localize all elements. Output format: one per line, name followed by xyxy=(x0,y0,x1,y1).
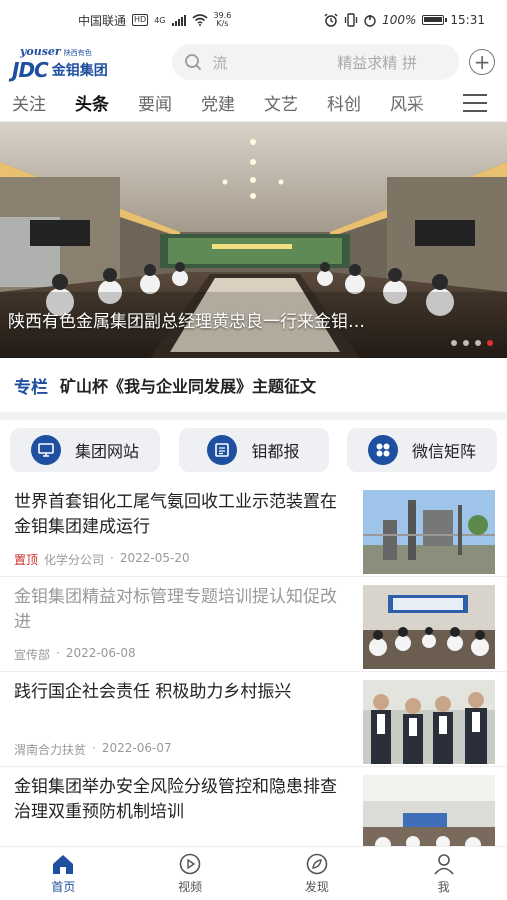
logo: youser 陕西有色 JDC 金钼集团 xyxy=(12,43,158,82)
carousel-dot xyxy=(451,340,457,346)
news-thumbnail xyxy=(363,585,495,669)
shortcuts: 集团网站 钼都报 微信矩阵 xyxy=(0,428,507,476)
monitor-icon xyxy=(30,435,61,465)
news-list: 世界首套钼化工尾气氨回收工业示范装置在金钼集团建成运行 置顶 化学分公司 · 2… xyxy=(0,482,507,862)
plus-icon: + xyxy=(473,50,491,74)
news-thumbnail xyxy=(363,490,495,574)
app-header: youser 陕西有色 JDC 金钼集团 流 精益求精 拼 + xyxy=(0,40,507,84)
shortcut-label: 集团网站 xyxy=(74,442,139,461)
shortcut-label: 微信矩阵 xyxy=(411,442,476,461)
tab-0[interactable]: 关注 xyxy=(12,90,46,115)
shortcut-newspaper[interactable]: 钼都报 xyxy=(178,428,329,472)
tab-1[interactable]: 头条 xyxy=(75,90,109,115)
news-title: 世界首套钼化工尾气氨回收工业示范装置在金钼集团建成运行 xyxy=(14,492,337,537)
battery-icon xyxy=(422,15,448,25)
tab-3[interactable]: 党建 xyxy=(201,90,235,115)
compass-icon xyxy=(306,853,328,874)
add-button[interactable]: + xyxy=(469,49,495,75)
shortcut-wechat-matrix[interactable]: 微信矩阵 xyxy=(347,428,497,472)
logo-cn: 金钼集团 xyxy=(51,63,108,79)
news-date: 2022-05-20 xyxy=(119,551,190,565)
column-badge: 专栏 xyxy=(14,377,48,398)
carrier-label: 中国联通 xyxy=(78,13,127,28)
search-icon xyxy=(185,54,202,71)
list-item[interactable]: 金钼集团精益对标管理专题培训提认知促改进 宣传部 · 2022-06-08 xyxy=(0,577,507,672)
search-input[interactable]: 流 精益求精 拼 xyxy=(172,44,460,80)
hero-banner[interactable]: 陕西有色金属集团副总经理黄忠良一行来金钼… xyxy=(0,122,507,358)
alarm-icon xyxy=(324,13,338,27)
news-meta: 渭南合力扶贫 · 2022-06-07 xyxy=(14,741,172,757)
menu-icon[interactable] xyxy=(463,94,487,112)
search-placeholder: 流 xyxy=(212,53,228,72)
battery-percent: 100% xyxy=(382,13,417,27)
hero-caption: 陕西有色金属集团副总经理黄忠良一行来金钼… xyxy=(8,312,365,332)
news-source: 渭南合力扶贫 xyxy=(14,743,87,757)
column-banner[interactable]: 专栏 矿山杯《我与企业同发展》主题征文 xyxy=(0,358,507,420)
tab-2[interactable]: 要闻 xyxy=(138,90,172,115)
signal-icon xyxy=(171,14,186,26)
list-item[interactable]: 世界首套钼化工尾气氨回收工业示范装置在金钼集团建成运行 置顶 化学分公司 · 2… xyxy=(0,482,507,577)
battery-saver-icon xyxy=(364,15,376,27)
status-bar: 中国联通 HD 4G 39.6 K/s 100% 15:31 xyxy=(0,0,507,40)
nav-me[interactable]: 我 xyxy=(380,847,507,900)
shortcut-group-site[interactable]: 集团网站 xyxy=(10,428,160,472)
home-icon xyxy=(53,854,74,874)
carousel-dot-active xyxy=(487,340,493,346)
vibrate-icon xyxy=(344,13,358,27)
news-date: 2022-06-07 xyxy=(101,741,172,755)
nav-label: 我 xyxy=(437,879,450,894)
clock: 15:31 xyxy=(450,13,485,27)
newspaper-icon xyxy=(207,435,238,465)
news-source: 化学分公司 xyxy=(44,553,105,567)
carousel-dot xyxy=(475,340,481,346)
tabs-scroller: 关注 头条 要闻 党建 文艺 科创 风采 xyxy=(12,90,452,115)
carousel-dot xyxy=(463,340,469,346)
net-speed: 39.6 K/s xyxy=(214,12,232,28)
wifi-icon xyxy=(191,14,208,26)
nav-label: 视频 xyxy=(178,879,203,894)
net-type-label: 4G xyxy=(154,15,166,25)
tab-5[interactable]: 科创 xyxy=(327,90,361,115)
play-icon xyxy=(179,853,201,874)
nav-label: 首页 xyxy=(51,879,76,894)
news-title: 践行国企社会责任 积极助力乡村振兴 xyxy=(14,682,292,702)
nav-home[interactable]: 首页 xyxy=(0,847,127,900)
hd-badge: HD xyxy=(132,14,149,26)
shortcut-label: 钼都报 xyxy=(251,442,300,461)
list-item[interactable]: 践行国企社会责任 积极助力乡村振兴 渭南合力扶贫 · 2022-06-07 xyxy=(0,672,507,767)
news-date: 2022-06-08 xyxy=(65,646,136,660)
column-title: 矿山杯《我与企业同发展》主题征文 xyxy=(60,377,317,396)
person-icon xyxy=(434,853,454,875)
pin-badge: 置顶 xyxy=(14,553,39,567)
news-source: 宣传部 xyxy=(14,648,51,662)
news-title: 金钼集团举办安全风险分级管控和隐患排查治理双重预防机制培训 xyxy=(14,777,337,822)
news-thumbnail xyxy=(363,680,495,764)
net-speed-unit: K/s xyxy=(216,19,229,28)
channel-tabs: 关注 头条 要闻 党建 文艺 科创 风采 xyxy=(0,84,507,122)
news-meta: 宣传部 · 2022-06-08 xyxy=(14,646,136,662)
grid-icon xyxy=(367,435,398,465)
news-meta: 置顶 化学分公司 · 2022-05-20 xyxy=(14,551,190,567)
nav-label: 发现 xyxy=(304,879,329,894)
nav-discover[interactable]: 发现 xyxy=(254,847,381,900)
nav-video[interactable]: 视频 xyxy=(127,847,254,900)
tab-4[interactable]: 文艺 xyxy=(264,90,298,115)
news-title: 金钼集团精益对标管理专题培训提认知促改进 xyxy=(14,587,337,632)
logo-jdc: JDC xyxy=(12,58,49,82)
search-hint: 精益求精 拼 xyxy=(337,53,418,72)
logo-brand: youser xyxy=(20,45,61,58)
carousel-dots xyxy=(451,340,493,346)
bottom-nav: 首页 视频 发现 我 xyxy=(0,846,507,900)
logo-brand-cn: 陕西有色 xyxy=(63,49,92,57)
